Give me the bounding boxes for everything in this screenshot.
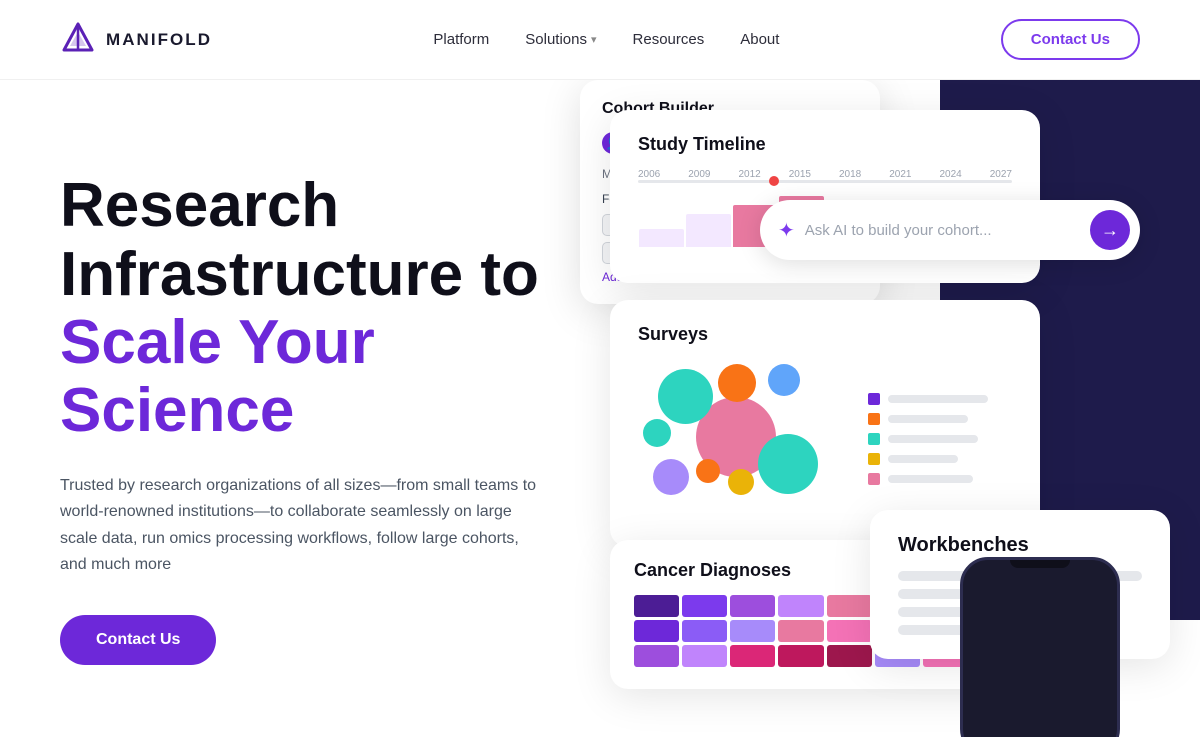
hero-contact-button[interactable]: Contact Us: [60, 615, 216, 665]
timeline-track: [638, 180, 1012, 183]
ai-input-row[interactable]: ✦ Ask AI to build your cohort... →: [760, 200, 1140, 260]
nav-solutions[interactable]: Solutions ▾: [525, 31, 596, 48]
nav-about[interactable]: About: [740, 31, 779, 48]
chevron-down-icon: ▾: [591, 33, 597, 46]
ai-input-placeholder: Ask AI to build your cohort...: [805, 222, 1080, 239]
timeline-years: 2006 2009 2012 2015 2018 2021 2024 2027: [638, 169, 1012, 180]
ai-sparkle-icon: ✦: [778, 218, 795, 243]
surveys-legend: [868, 393, 988, 485]
hero-subtitle: Trusted by research organizations of all…: [60, 473, 540, 579]
ai-submit-button[interactable]: →: [1090, 210, 1130, 250]
brand-name: MANIFOLD: [106, 30, 212, 50]
surveys-title: Surveys: [638, 324, 1012, 345]
hero-panels: Study Timeline 2006 2009 2012 2015 2018 …: [580, 80, 1200, 737]
study-timeline-title: Study Timeline: [638, 134, 1012, 155]
hero-title: Research Infrastructure to Scale Your Sc…: [60, 172, 580, 445]
nav-contact-button[interactable]: Contact Us: [1001, 19, 1140, 60]
arrow-right-icon: →: [1101, 220, 1119, 241]
hero-section: Research Infrastructure to Scale Your Sc…: [0, 80, 580, 737]
phone-notch: [1010, 560, 1070, 568]
nav-platform[interactable]: Platform: [433, 31, 489, 48]
timeline-dot: [769, 176, 779, 186]
phone-silhouette: [960, 557, 1120, 737]
navigation: MANIFOLD Platform Solutions ▾ Resources …: [0, 0, 1200, 80]
main-content: Research Infrastructure to Scale Your Sc…: [0, 80, 1200, 737]
logo-icon: [60, 22, 96, 58]
logo[interactable]: MANIFOLD: [60, 22, 212, 58]
bubble-chart: [638, 359, 838, 519]
workbenches-title: Workbenches: [898, 534, 1142, 557]
surveys-chart-area: [638, 359, 1012, 519]
nav-links: Platform Solutions ▾ Resources About: [433, 31, 779, 48]
nav-resources[interactable]: Resources: [633, 31, 705, 48]
